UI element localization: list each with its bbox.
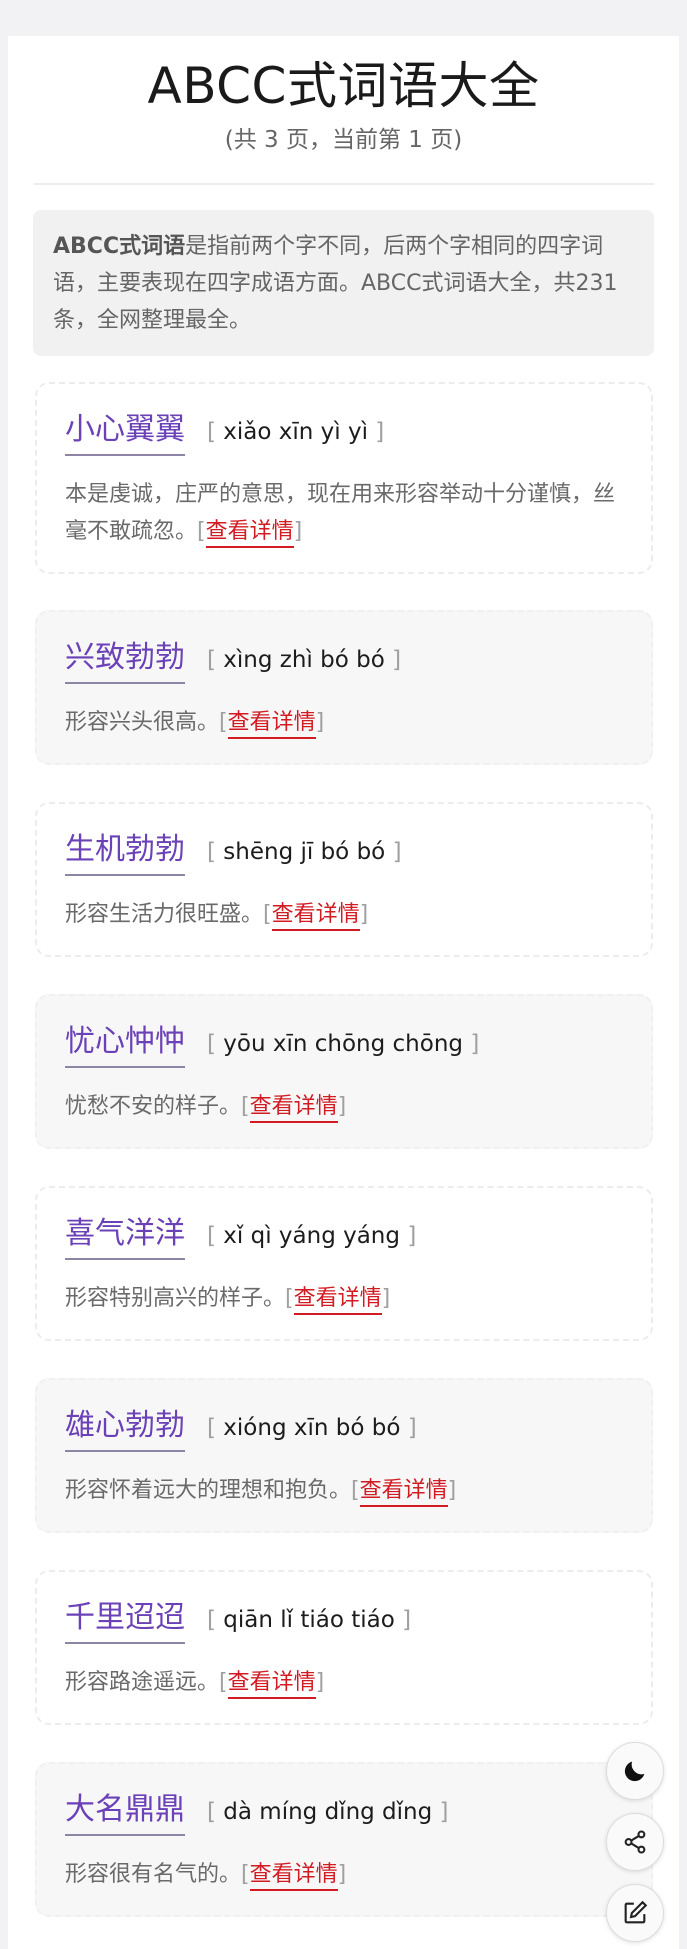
dark-mode-button[interactable] xyxy=(606,1742,664,1800)
edit-icon xyxy=(624,1900,648,1924)
divider xyxy=(34,183,654,185)
intro-bold: ABCC式词语 xyxy=(53,234,186,259)
detail-link[interactable]: 查看详情 xyxy=(227,1670,316,1699)
detail-link[interactable]: 查看详情 xyxy=(249,1862,338,1891)
word-link[interactable]: 喜气洋洋 xyxy=(65,1214,185,1260)
word-card: 雄心勃勃 [ xióng xīn bó bó ] 形容怀着远大的理想和抱负。[查… xyxy=(35,1378,653,1533)
moon-icon xyxy=(624,1761,645,1782)
word-link[interactable]: 兴致勃勃 xyxy=(65,638,185,684)
word-link[interactable]: 大名鼎鼎 xyxy=(65,1790,185,1836)
share-icon xyxy=(624,1830,646,1854)
word-description: 形容怀着远大的理想和抱负。[查看详情] xyxy=(65,1472,623,1509)
word-card: 兴致勃勃 [ xìng zhì bó bó ] 形容兴头很高。[查看详情] xyxy=(35,610,653,765)
word-description: 形容生活力很旺盛。[查看详情] xyxy=(65,896,623,933)
pinyin: [ dà míng dǐng dǐng ] xyxy=(207,1799,449,1825)
detail-link[interactable]: 查看详情 xyxy=(293,1286,382,1315)
share-button[interactable] xyxy=(606,1813,664,1871)
word-description: 忧愁不安的样子。[查看详情] xyxy=(65,1088,623,1125)
page-subtitle: (共 3 页，当前第 1 页) xyxy=(224,127,463,153)
word-card: 生机勃勃 [ shēng jī bó bó ] 形容生活力很旺盛。[查看详情] xyxy=(35,802,653,957)
word-card: 忧心忡忡 [ yōu xīn chōng chōng ] 忧愁不安的样子。[查看… xyxy=(35,994,653,1149)
detail-link[interactable]: 查看详情 xyxy=(227,710,316,739)
pinyin: [ xǐ qì yáng yáng ] xyxy=(207,1223,417,1249)
word-card: 千里迢迢 [ qiān lǐ tiáo tiáo ] 形容路途遥远。[查看详情] xyxy=(35,1570,653,1725)
detail-link[interactable]: 查看详情 xyxy=(359,1478,448,1507)
word-card: 小心翼翼 [ xiǎo xīn yì yì ] 本是虔诚，庄严的意思，现在用来形… xyxy=(35,382,653,574)
word-description: 形容特别高兴的样子。[查看详情] xyxy=(65,1280,623,1317)
pinyin: [ shēng jī bó bó ] xyxy=(207,839,402,865)
page-title: ABCC式词语大全 xyxy=(147,57,540,115)
page-container: ABCC式词语大全 (共 3 页，当前第 1 页) ABCC式词语是指前两个字不… xyxy=(8,36,679,1949)
detail-link[interactable]: 查看详情 xyxy=(271,902,360,931)
word-description: 形容很有名气的。[查看详情] xyxy=(65,1856,623,1893)
word-description: 本是虔诚，庄严的意思，现在用来形容举动十分谨慎，丝毫不敢疏忽。[查看详情] xyxy=(65,476,623,550)
word-link[interactable]: 雄心勃勃 xyxy=(65,1406,185,1452)
word-link[interactable]: 忧心忡忡 xyxy=(65,1022,185,1068)
pinyin: [ qiān lǐ tiáo tiáo ] xyxy=(207,1607,412,1633)
word-description: 形容路途遥远。[查看详情] xyxy=(65,1664,623,1701)
detail-link[interactable]: 查看详情 xyxy=(249,1094,338,1123)
word-link[interactable]: 小心翼翼 xyxy=(65,410,185,456)
word-link[interactable]: 千里迢迢 xyxy=(65,1598,185,1644)
word-card: 喜气洋洋 [ xǐ qì yáng yáng ] 形容特别高兴的样子。[查看详情… xyxy=(35,1186,653,1341)
pinyin: [ xiǎo xīn yì yì ] xyxy=(207,419,385,445)
word-description: 形容兴头很高。[查看详情] xyxy=(65,704,623,741)
edit-button[interactable] xyxy=(606,1884,664,1942)
pinyin: [ xìng zhì bó bó ] xyxy=(207,647,402,673)
pinyin: [ xióng xīn bó bó ] xyxy=(207,1415,417,1441)
word-card: 大名鼎鼎 [ dà míng dǐng dǐng ] 形容很有名气的。[查看详情… xyxy=(35,1762,653,1917)
intro-box: ABCC式词语是指前两个字不同，后两个字相同的四字词语，主要表现在四字成语方面。… xyxy=(33,210,654,356)
pinyin: [ yōu xīn chōng chōng ] xyxy=(207,1031,480,1057)
word-link[interactable]: 生机勃勃 xyxy=(65,830,185,876)
detail-link[interactable]: 查看详情 xyxy=(205,519,294,548)
